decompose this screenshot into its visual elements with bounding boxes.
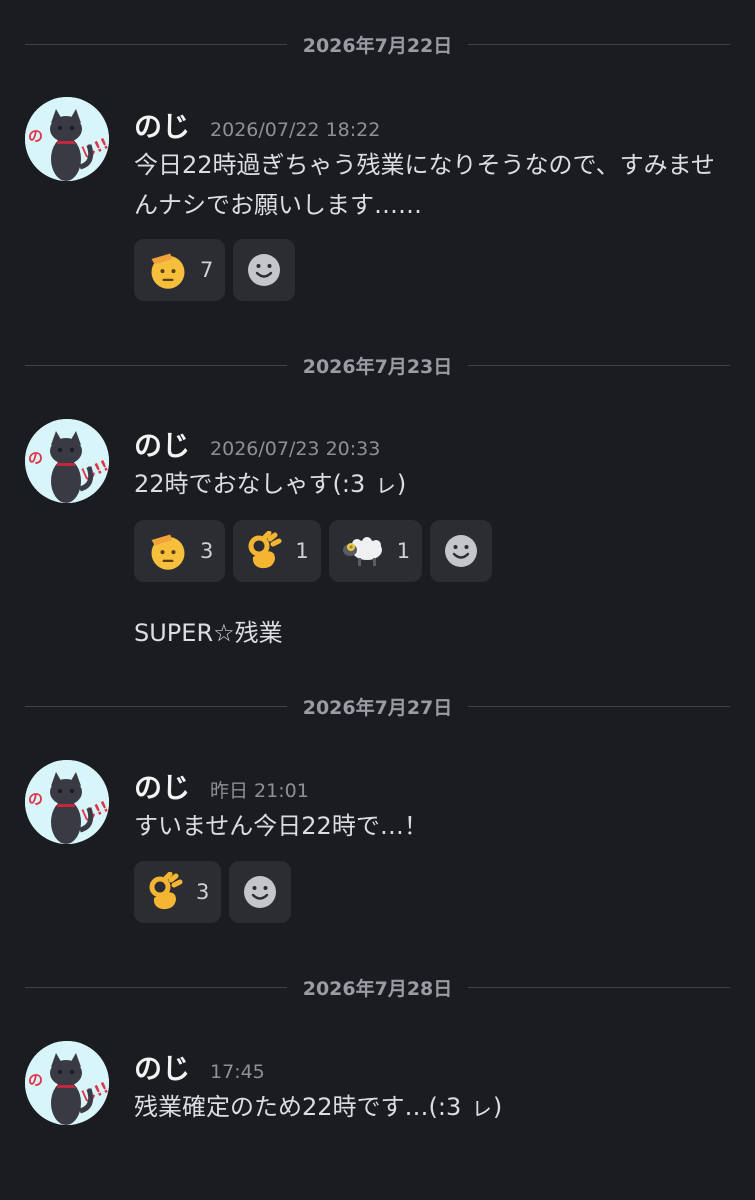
reaction-count: 1 xyxy=(295,539,309,563)
divider-line xyxy=(468,986,731,988)
reaction-saluting-face[interactable]: 7 xyxy=(134,239,226,301)
date-divider: 2026年7月27日 xyxy=(25,694,731,719)
timestamp: 昨日 21:01 xyxy=(210,780,309,802)
timestamp: 17:45 xyxy=(210,1061,265,1083)
chat-log: 2026年7月22日 のじ!! のじ 2026/07/22 18:22 今日22… xyxy=(0,0,755,1200)
username[interactable]: のじ xyxy=(134,424,190,464)
divider-line xyxy=(25,986,287,988)
cat-avatar-image: のじ!! xyxy=(25,760,109,844)
divider-line xyxy=(25,364,287,366)
reaction-sheep[interactable]: 1 xyxy=(328,520,423,582)
message-text: 22時でおなしゃす(:3 ㇾ) xyxy=(134,470,407,498)
add-reaction-icon xyxy=(443,533,479,569)
date-divider: 2026年7月23日 xyxy=(25,353,731,378)
reaction-bar: 3 xyxy=(134,861,292,923)
cat-avatar-image: のじ!! xyxy=(25,97,109,181)
message: のじ 昨日 21:01 すいません今日22時で…！ xyxy=(134,766,735,846)
date-label: 2026年7月23日 xyxy=(302,355,453,378)
add-reaction-icon xyxy=(246,252,282,288)
date-divider: 2026年7月28日 xyxy=(25,975,731,1000)
saluting-face-icon xyxy=(146,248,190,292)
cat-avatar-image: のじ!! xyxy=(25,419,109,503)
divider-line xyxy=(468,43,731,45)
username[interactable]: のじ xyxy=(134,766,190,806)
ok-hand-icon xyxy=(146,872,186,912)
svg-text:の: の xyxy=(28,449,43,467)
svg-text:の: の xyxy=(28,790,43,808)
message-text: 残業確定のため22時です…(:3 ㇾ) xyxy=(134,1093,503,1121)
reaction-saluting-face[interactable]: 3 xyxy=(134,520,226,582)
divider-line xyxy=(25,43,287,45)
reaction-count: 3 xyxy=(200,539,214,563)
svg-text:の: の xyxy=(28,127,43,145)
avatar[interactable]: のじ!! xyxy=(25,760,109,844)
message-header: のじ 昨日 21:01 xyxy=(134,766,735,806)
date-label: 2026年7月27日 xyxy=(302,696,453,719)
message-text: すいません今日22時で…！ xyxy=(134,812,428,840)
ok-hand-icon xyxy=(245,531,285,571)
divider-line xyxy=(468,705,731,707)
add-reaction-icon xyxy=(242,874,278,910)
message: のじ 2026/07/23 20:33 22時でおなしゃす(:3 ㇾ) xyxy=(134,424,735,504)
add-reaction-button[interactable] xyxy=(430,520,493,582)
username[interactable]: のじ xyxy=(134,1047,190,1087)
divider-line xyxy=(468,364,731,366)
avatar[interactable]: のじ!! xyxy=(25,97,109,181)
reaction-count: 1 xyxy=(396,539,411,563)
reaction-count: 3 xyxy=(196,880,210,904)
date-divider: 2026年7月22日 xyxy=(25,32,731,57)
timestamp: 2026/07/22 18:22 xyxy=(210,119,381,141)
message-text: SUPER☆残業 xyxy=(134,619,283,647)
message: のじ 17:45 残業確定のため22時です…(:3 ㇾ) xyxy=(134,1047,735,1127)
reaction-ok-hand[interactable]: 3 xyxy=(134,861,222,923)
message-header: のじ 17:45 xyxy=(134,1047,735,1087)
add-reaction-button[interactable] xyxy=(233,239,296,301)
reaction-count: 7 xyxy=(200,258,214,282)
saluting-face-icon xyxy=(146,529,190,573)
add-reaction-button[interactable] xyxy=(229,861,292,923)
reaction-bar: 3 1 1 xyxy=(134,520,493,582)
username[interactable]: のじ xyxy=(134,105,190,145)
date-label: 2026年7月28日 xyxy=(302,977,453,1000)
sheep-icon xyxy=(341,531,387,571)
message-header: のじ 2026/07/23 20:33 xyxy=(134,424,735,464)
avatar[interactable]: のじ!! xyxy=(25,1041,109,1125)
timestamp: 2026/07/23 20:33 xyxy=(210,438,381,460)
date-label: 2026年7月22日 xyxy=(302,34,453,57)
divider-line xyxy=(25,705,287,707)
svg-text:の: の xyxy=(28,1071,43,1089)
message-followup: SUPER☆残業 xyxy=(134,613,735,653)
reaction-bar: 7 xyxy=(134,239,296,301)
message: のじ 2026/07/22 18:22 今日22時過ぎちゃう残業になりそうなので… xyxy=(134,105,735,225)
message-header: のじ 2026/07/22 18:22 xyxy=(134,105,735,145)
avatar[interactable]: のじ!! xyxy=(25,419,109,503)
message-text: 今日22時過ぎちゃう残業になりそうなので、すみませんナシでお願いします…… xyxy=(134,151,715,219)
cat-avatar-image: のじ!! xyxy=(25,1041,109,1125)
reaction-ok-hand[interactable]: 1 xyxy=(233,520,321,582)
